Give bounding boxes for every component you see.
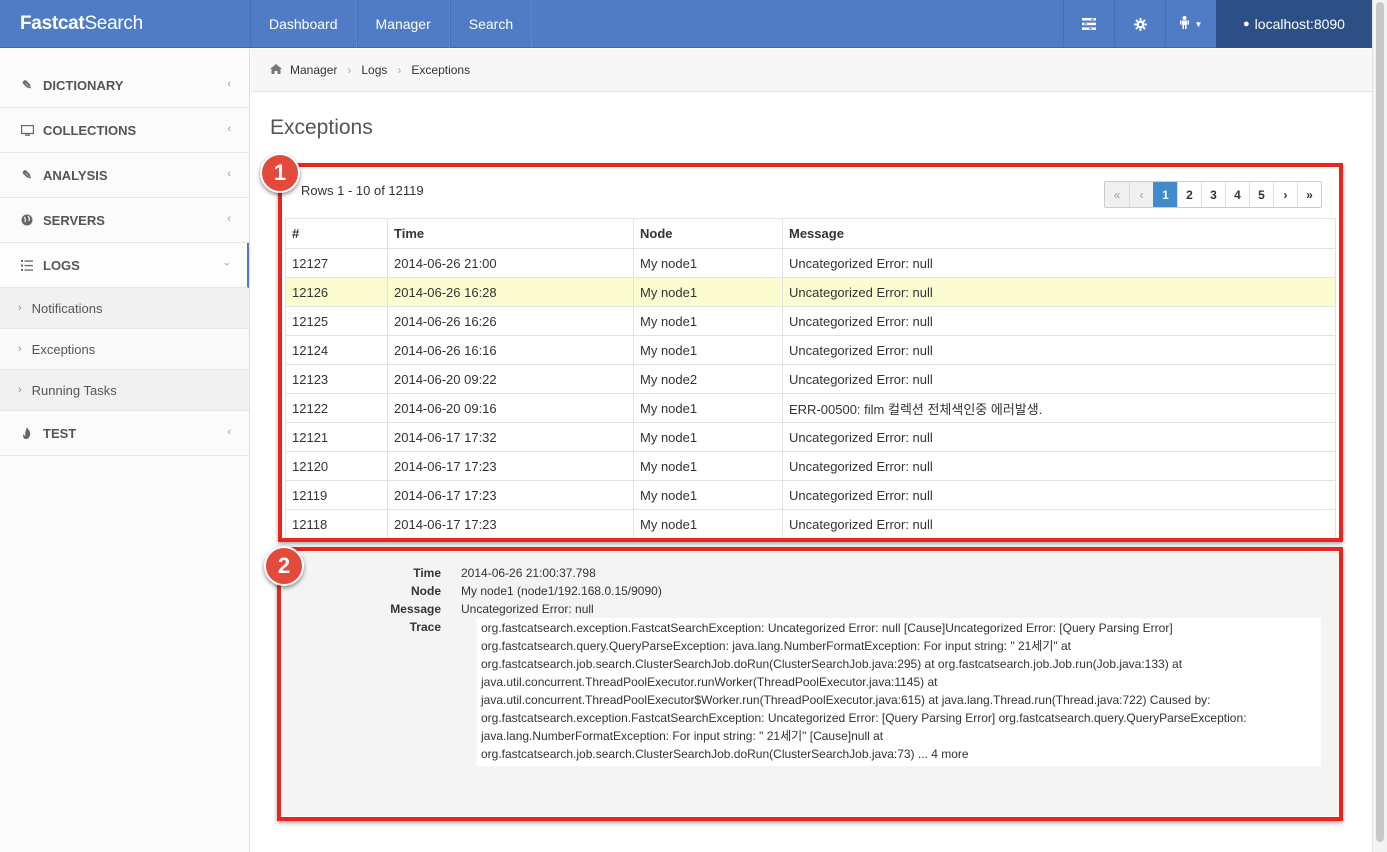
- fire-icon: [20, 426, 34, 440]
- monitor-icon: [20, 123, 34, 137]
- server-host[interactable]: ● localhost:8090: [1216, 0, 1372, 48]
- gear-icon[interactable]: [1114, 0, 1165, 48]
- sidebar-subitem-label: Exceptions: [31, 341, 96, 357]
- annotation-badge-2: 2: [264, 546, 304, 586]
- annotation-badge-1: 1: [260, 153, 300, 193]
- page-title: Exceptions: [270, 116, 373, 139]
- chevron-left-icon: ‹: [227, 426, 231, 438]
- chevron-left-icon: ‹: [227, 123, 231, 135]
- menu-search[interactable]: Search: [449, 0, 533, 48]
- breadcrumb-separator: ›: [397, 63, 402, 77]
- navbar-right: ▼ ● localhost:8090: [1063, 0, 1372, 48]
- sidebar-item-analysis[interactable]: ✎ ANALYSIS ‹: [0, 153, 249, 198]
- sidebar-subitem-label: Notifications: [31, 300, 103, 316]
- chevron-right-icon: ›: [18, 343, 22, 355]
- top-navbar: FastcatSearch Dashboard Manager Search ▼…: [0, 0, 1372, 48]
- sidebar-subitem-exceptions[interactable]: › Exceptions: [0, 329, 249, 370]
- sidebar-item-label: TEST: [43, 425, 77, 441]
- sidebar-item-collections[interactable]: COLLECTIONS ‹: [0, 108, 249, 153]
- list-icon[interactable]: [1063, 0, 1114, 48]
- list-icon: [20, 258, 34, 272]
- menu-dashboard[interactable]: Dashboard: [250, 0, 357, 48]
- chevron-down-icon: ‹: [221, 262, 234, 266]
- sidebar-item-label: ANALYSIS: [43, 167, 108, 183]
- chevron-right-icon: ›: [18, 384, 22, 396]
- caret-down-icon: ▼: [1194, 19, 1203, 29]
- sidebar-item-servers[interactable]: SERVERS ‹: [0, 198, 249, 243]
- breadcrumb-exceptions: Exceptions: [411, 63, 471, 77]
- annotation-box-1: [278, 163, 1343, 542]
- page-scrollbar[interactable]: [1372, 0, 1387, 852]
- sidebar-item-logs[interactable]: LOGS ‹: [0, 243, 249, 288]
- sidebar-subitem-notifications[interactable]: › Notifications: [0, 288, 249, 329]
- globe-icon: ●: [1243, 18, 1250, 30]
- edit-icon: ✎: [21, 168, 33, 182]
- annotation-box-2: [277, 547, 1343, 821]
- breadcrumb: Manager › Logs › Exceptions: [251, 49, 1372, 92]
- globe-icon: [20, 213, 34, 227]
- sidebar-item-label: DICTIONARY: [43, 77, 124, 93]
- host-label: localhost:8090: [1254, 16, 1345, 32]
- home-icon[interactable]: [270, 63, 282, 77]
- chevron-left-icon: ‹: [227, 213, 231, 225]
- edit-icon: ✎: [21, 78, 33, 92]
- brand-logo[interactable]: FastcatSearch: [20, 13, 143, 35]
- breadcrumb-manager[interactable]: Manager: [290, 63, 337, 77]
- user-icon: [1179, 16, 1189, 32]
- menu-manager[interactable]: Manager: [356, 0, 450, 48]
- breadcrumb-logs[interactable]: Logs: [361, 63, 387, 77]
- sidebar-item-dictionary[interactable]: ✎ DICTIONARY ‹: [0, 63, 249, 108]
- sidebar-item-label: COLLECTIONS: [43, 122, 137, 138]
- chevron-left-icon: ‹: [227, 78, 231, 90]
- sidebar-item-label: LOGS: [43, 257, 80, 273]
- sidebar-item-test[interactable]: TEST ‹: [0, 411, 249, 456]
- breadcrumb-separator: ›: [347, 63, 352, 77]
- chevron-right-icon: ›: [18, 302, 22, 314]
- chevron-left-icon: ‹: [227, 168, 231, 180]
- sidebar-subitem-label: Running Tasks: [31, 382, 117, 398]
- sidebar-item-label: SERVERS: [43, 212, 105, 228]
- sidebar: ✎ DICTIONARY ‹ COLLECTIONS ‹ ✎ ANALYSIS …: [0, 49, 250, 852]
- sidebar-subitem-running-tasks[interactable]: › Running Tasks: [0, 370, 249, 411]
- main-menu: Dashboard Manager Search: [250, 0, 533, 48]
- user-menu-button[interactable]: ▼: [1165, 0, 1216, 48]
